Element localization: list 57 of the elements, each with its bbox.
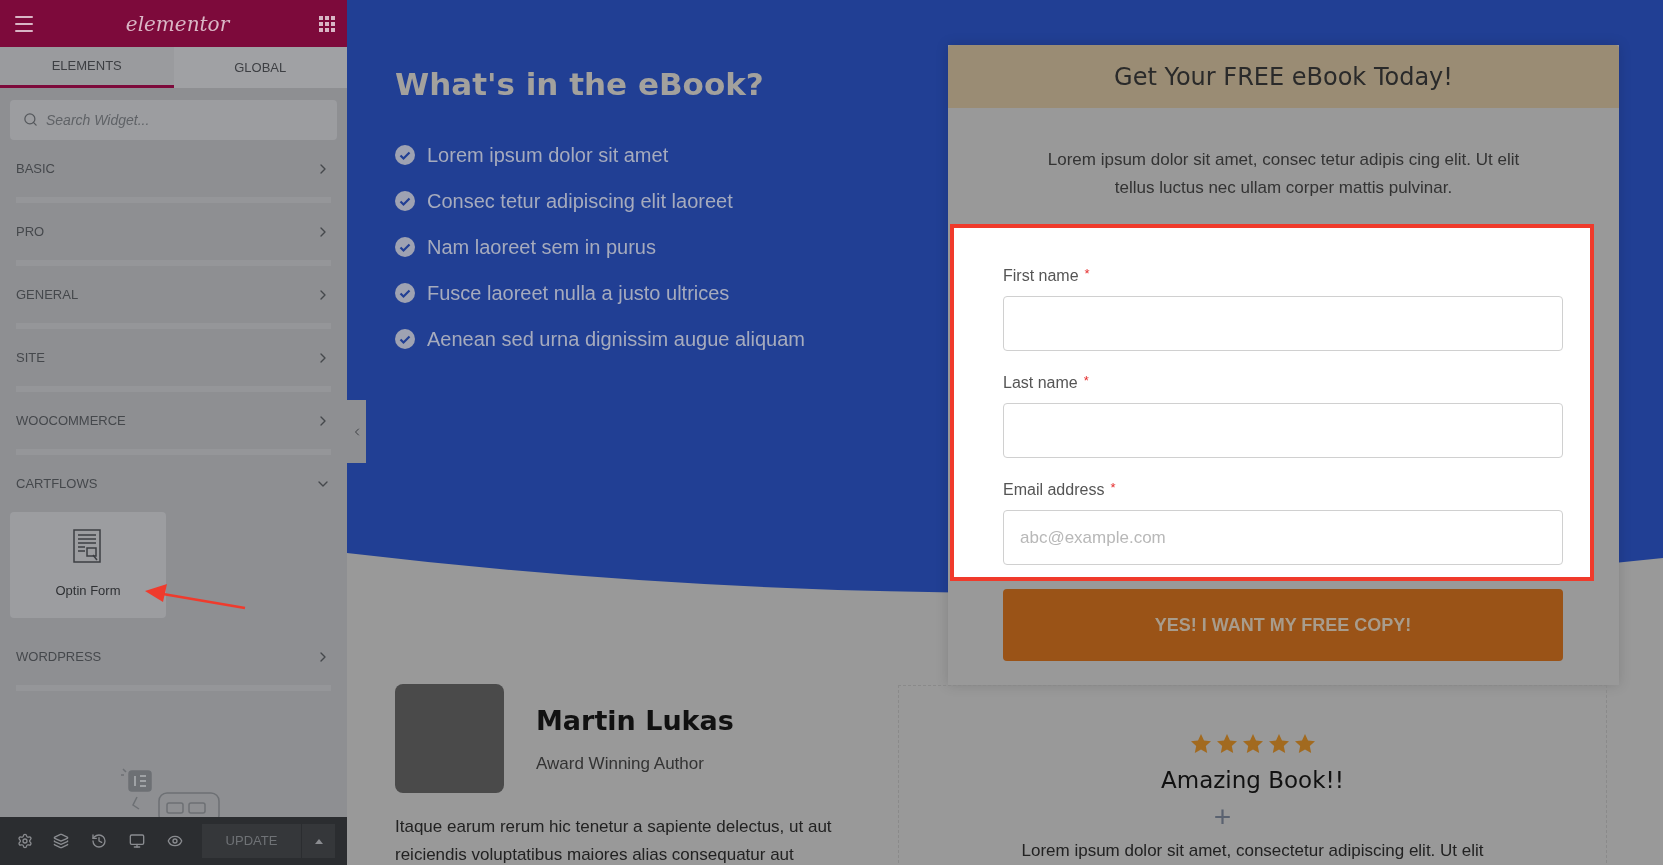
preview-icon[interactable] <box>167 833 183 849</box>
check-circle-icon <box>395 329 415 349</box>
star-icon <box>1190 734 1211 753</box>
check-circle-icon <box>395 191 415 211</box>
benefit-text: Consec tetur adipiscing elit laoreet <box>427 189 733 214</box>
check-circle-icon <box>395 283 415 303</box>
category-item[interactable]: WOOCOMMERCE <box>0 392 347 449</box>
required-mark: * <box>1110 479 1116 497</box>
star-icon <box>1242 734 1263 753</box>
card-description: Lorem ipsum dolor sit amet, consec tetur adipis cing elit. Ut elit tellus luctus nec ullam corper mattis pulvinar. <box>1046 149 1521 199</box>
card-title: Get Your FREE eBook Today! <box>1114 61 1453 93</box>
text-field[interactable] <box>1003 296 1563 351</box>
desktop-icon[interactable] <box>129 833 145 849</box>
widget-tile[interactable]: Optin Form <box>10 512 166 618</box>
benefit-text: Nam laoreet sem in purus <box>427 235 656 260</box>
star-icon <box>1268 734 1289 753</box>
caret-up-icon <box>314 838 323 844</box>
category-item[interactable]: SITE <box>0 329 347 386</box>
benefit-text: Lorem ipsum dolor sit amet <box>427 143 669 168</box>
update-button[interactable]: UPDATE <box>202 824 301 858</box>
category-item[interactable]: CARTFLOWS <box>0 455 347 512</box>
panel-tab[interactable]: GLOBAL <box>173 47 347 88</box>
form-widget-icon <box>73 529 103 566</box>
star-icon <box>1216 734 1237 753</box>
category-item[interactable]: WORDPRESS <box>0 628 347 685</box>
text-field[interactable]: abc@example.com <box>1003 510 1563 565</box>
check-circle-icon <box>395 145 415 165</box>
author-name: Martin Lukas <box>536 703 734 738</box>
apps-grid-icon[interactable] <box>319 15 335 32</box>
category-item[interactable]: PRO <box>0 203 347 260</box>
search-field[interactable]: Search Widget... <box>10 100 337 140</box>
layers-icon[interactable] <box>53 833 69 849</box>
testimonial-text: Lorem ipsum dolor sit amet, consectetur adipiscing elit. Ut elit <box>1021 839 1484 862</box>
settings-icon[interactable] <box>17 833 33 849</box>
benefit-text: Aenean sed urna dignissim augue aliquam <box>427 327 806 352</box>
field-label: Email address <box>1003 480 1105 500</box>
author-bio: Itaque earum rerum hic tenetur a sapiente delectus, ut aut reiciendis voluptatibus maiores alias consequatur aut <box>395 816 833 865</box>
check-circle-icon <box>395 237 415 257</box>
star-icon <box>1294 734 1315 753</box>
submit-button[interactable]: YES! I WANT MY FREE COPY! <box>1003 589 1563 661</box>
category-item[interactable]: BASIC <box>0 140 347 197</box>
field-label: First name <box>1003 266 1079 286</box>
section-title: What's in the eBook? <box>395 65 765 104</box>
plus-sign: + <box>1213 801 1232 832</box>
required-mark: * <box>1083 372 1089 390</box>
field-label: Last name <box>1003 373 1078 393</box>
logo: elementor <box>125 10 230 38</box>
collapse-handle[interactable] <box>347 400 366 463</box>
required-mark: * <box>1084 265 1090 283</box>
search-icon <box>23 112 38 127</box>
panel-tab[interactable]: ELEMENTS <box>0 47 174 88</box>
category-item[interactable]: GENERAL <box>0 266 347 323</box>
author-role: Award Winning Author <box>536 753 705 775</box>
testimonial-title: Amazing Book!! <box>1161 766 1344 795</box>
benefit-text: Fusce laoreet nulla a justo ultrices <box>427 281 730 306</box>
text-field[interactable] <box>1003 403 1563 458</box>
history-icon[interactable] <box>91 833 107 849</box>
